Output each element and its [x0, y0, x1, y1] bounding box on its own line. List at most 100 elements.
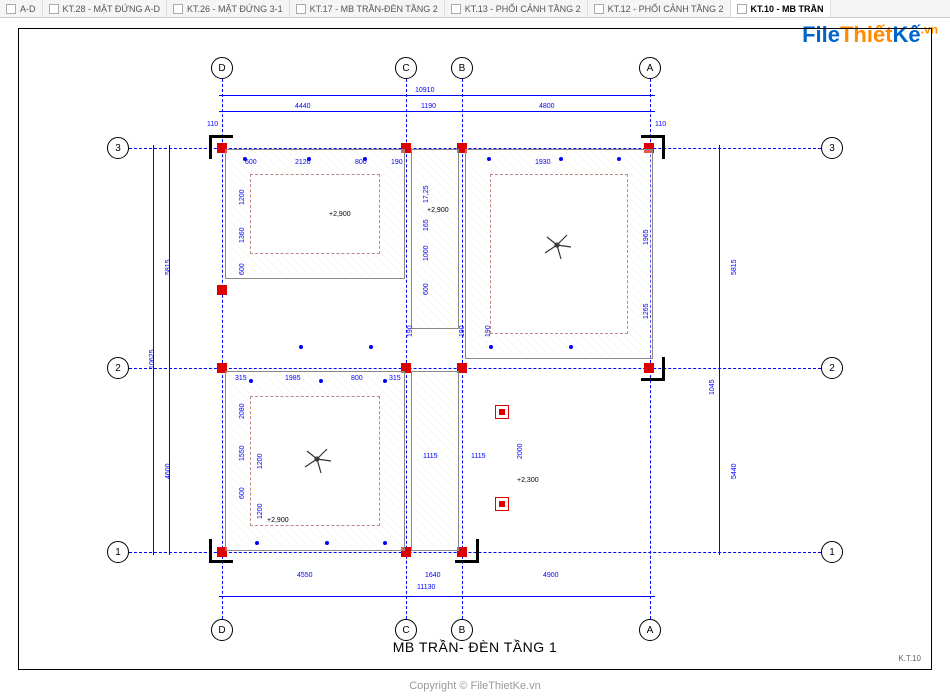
- dim-text: 1200: [257, 503, 264, 519]
- tab-kt28[interactable]: KT.28 - MẶT ĐỨNG A-D: [43, 0, 168, 17]
- tab-kt13[interactable]: KT.13 - PHỐI CẢNH TẦNG 2: [445, 0, 588, 17]
- column: [217, 285, 227, 295]
- grid-bubble-2-left: 2: [107, 357, 129, 379]
- dim-text: 190: [391, 159, 403, 166]
- grid-bubble-c-bot: C: [395, 619, 417, 641]
- tab-kt17[interactable]: KT.17 - MB TRẦN-ĐÈN TẦNG 2: [290, 0, 445, 17]
- ceiling-fan-icon: [297, 439, 337, 479]
- electrical-point: [489, 345, 493, 349]
- sheet-icon: [594, 4, 604, 14]
- ceiling-zone-2: [411, 149, 459, 329]
- dim-text: 190: [485, 325, 492, 337]
- grid-bubble-1-right: 1: [821, 541, 843, 563]
- level-mark: +2,900: [427, 207, 449, 214]
- electrical-point: [325, 541, 329, 545]
- grid-bubble-d-bot: D: [211, 619, 233, 641]
- grid-bubble-a-top: A: [639, 57, 661, 79]
- electrical-point: [617, 157, 621, 161]
- tab-kt12[interactable]: KT.12 - PHỐI CẢNH TẦNG 2: [588, 0, 731, 17]
- dim-text: 800: [355, 159, 367, 166]
- dim-text: 10625: [149, 350, 156, 369]
- grid-bubble-b-top: B: [451, 57, 473, 79]
- dim-text: 190: [459, 325, 466, 337]
- dim-text: 1200: [257, 453, 264, 469]
- dim-text: 1965: [643, 229, 650, 245]
- dim-text: 2000: [517, 443, 524, 459]
- light-fixture: [495, 497, 509, 511]
- dim-text: 4550: [297, 572, 313, 579]
- ceiling-fan-icon: [537, 225, 577, 265]
- dim-text: 1000: [423, 245, 430, 261]
- copyright-text: Copyright © FileThietKe.vn: [409, 680, 541, 692]
- dim-text: 4800: [539, 103, 555, 110]
- dim-text: 5815: [731, 259, 738, 275]
- dim-line: [219, 596, 655, 597]
- dim-text: 11130: [417, 584, 435, 591]
- dim-text: 600: [245, 159, 257, 166]
- grid-bubble-a-bot: A: [639, 619, 661, 641]
- gridline-b: [462, 79, 463, 619]
- column: [644, 363, 654, 373]
- dim-text: 17,25: [423, 185, 430, 203]
- tab-kt26[interactable]: KT.26 - MẶT ĐỨNG 3-1: [167, 0, 290, 17]
- dim-text: 1115: [471, 453, 486, 460]
- dim-text: 1045: [709, 379, 716, 395]
- electrical-point: [255, 541, 259, 545]
- grid-bubble-3-left: 3: [107, 137, 129, 159]
- level-mark: +2,900: [329, 211, 351, 218]
- dim-text: 5440: [731, 463, 738, 479]
- dim-text: 110: [655, 121, 666, 128]
- sheet-icon: [49, 4, 59, 14]
- grid-bubble-3-right: 3: [821, 137, 843, 159]
- electrical-point: [559, 157, 563, 161]
- electrical-point: [249, 379, 253, 383]
- sheet-icon: [173, 4, 183, 14]
- dim-line: [219, 111, 655, 112]
- dim-text: 1985: [285, 375, 301, 382]
- electrical-point: [487, 157, 491, 161]
- dim-text: 10910: [415, 87, 434, 94]
- dim-line: [169, 145, 170, 555]
- electrical-point: [383, 541, 387, 545]
- electrical-point: [383, 379, 387, 383]
- drawing-title: MB TRẦN- ĐÈN TẦNG 1: [393, 639, 558, 655]
- dim-line: [719, 145, 720, 555]
- dim-text: 1200: [239, 189, 246, 205]
- electrical-point: [299, 345, 303, 349]
- dim-text: 800: [351, 375, 363, 382]
- dim-text: 315: [389, 375, 401, 382]
- grid-bubble-2-right: 2: [821, 357, 843, 379]
- dim-text: 190: [407, 325, 414, 337]
- dim-text: 5815: [165, 259, 172, 275]
- dim-text: 4900: [543, 572, 559, 579]
- dim-text: 600: [239, 263, 246, 275]
- dim-text: 1190: [421, 103, 436, 110]
- electrical-point: [569, 345, 573, 349]
- electrical-point: [369, 345, 373, 349]
- dim-text: 2080: [239, 403, 246, 419]
- tab-kt10[interactable]: KT.10 - MB TRẦN: [731, 0, 831, 17]
- dim-text: 600: [239, 487, 246, 499]
- dim-text: 600: [423, 283, 430, 295]
- tab-ad[interactable]: A-D: [0, 0, 43, 17]
- dim-text: 1550: [239, 445, 246, 461]
- dim-text: 315: [235, 375, 247, 382]
- sheet-icon: [296, 4, 306, 14]
- light-fixture: [495, 405, 509, 419]
- sheet-number: K.T.10: [898, 654, 921, 663]
- gridline-d: [222, 79, 223, 619]
- tab-bar: A-D KT.28 - MẶT ĐỨNG A-D KT.26 - MẶT ĐỨN…: [0, 0, 950, 18]
- dim-text: 165: [423, 219, 430, 231]
- dim-text: 2120: [295, 159, 311, 166]
- drawing-frame: D C B A D C B A 3 2 1 3 2 1 +2,900 +2,90…: [18, 28, 932, 670]
- gridline-2: [129, 368, 821, 369]
- ceiling-zone-1: [225, 149, 405, 279]
- grid-bubble-d-top: D: [211, 57, 233, 79]
- dim-line: [219, 95, 655, 96]
- ceiling-zone-5: [411, 371, 459, 551]
- floor-plan: D C B A D C B A 3 2 1 3 2 1 +2,900 +2,90…: [19, 29, 931, 669]
- dim-text: 1640: [425, 572, 441, 579]
- level-mark: +2,300: [517, 477, 539, 484]
- level-mark: +2,900: [267, 517, 289, 524]
- dim-text: 1115: [423, 453, 438, 460]
